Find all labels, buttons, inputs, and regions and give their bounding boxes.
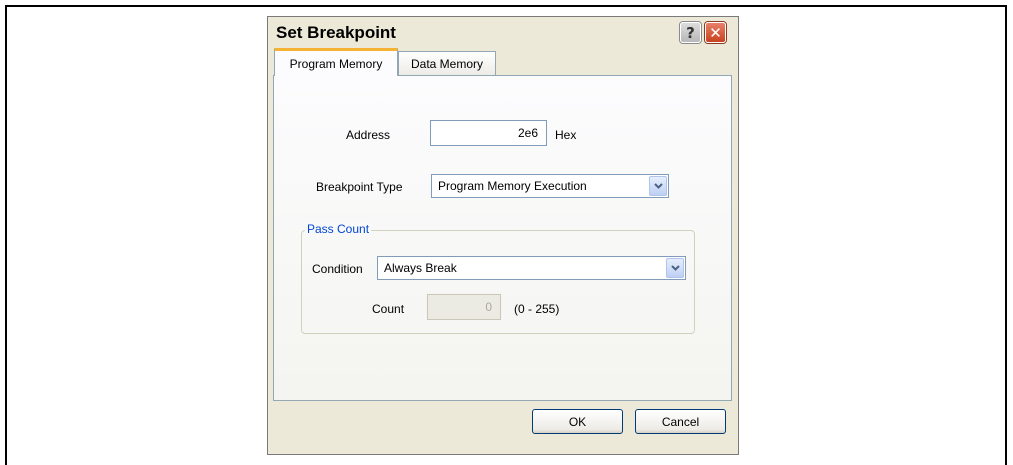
- condition-label: Condition: [312, 262, 363, 276]
- pass-count-legend: Pass Count: [305, 222, 372, 236]
- breakpoint-type-value: Program Memory Execution: [438, 179, 587, 193]
- close-icon: ✕: [709, 23, 722, 42]
- count-range-label: (0 - 255): [514, 302, 560, 316]
- count-label: Count: [372, 302, 405, 316]
- address-input[interactable]: 2e6: [430, 120, 547, 146]
- breakpoint-type-label: Breakpoint Type: [316, 180, 403, 194]
- cancel-button[interactable]: Cancel: [635, 409, 726, 434]
- help-button[interactable]: ?: [680, 22, 701, 43]
- breakpoint-type-select[interactable]: Program Memory Execution: [431, 174, 669, 198]
- condition-value: Always Break: [384, 261, 457, 275]
- tab-data-memory[interactable]: Data Memory: [398, 51, 496, 75]
- ok-button[interactable]: OK: [532, 409, 623, 434]
- chevron-down-icon[interactable]: [666, 258, 684, 278]
- address-label: Address: [346, 128, 391, 142]
- title-bar[interactable]: Set Breakpoint ? ✕: [268, 17, 738, 47]
- address-suffix-label: Hex: [555, 128, 577, 142]
- count-input[interactable]: 0: [427, 294, 501, 320]
- close-button[interactable]: ✕: [705, 22, 726, 43]
- condition-select[interactable]: Always Break: [377, 256, 686, 280]
- tab-program-memory[interactable]: Program Memory: [274, 48, 398, 76]
- chevron-down-icon[interactable]: [649, 176, 667, 196]
- dialog-title: Set Breakpoint: [276, 23, 396, 42]
- help-icon: ?: [686, 23, 695, 42]
